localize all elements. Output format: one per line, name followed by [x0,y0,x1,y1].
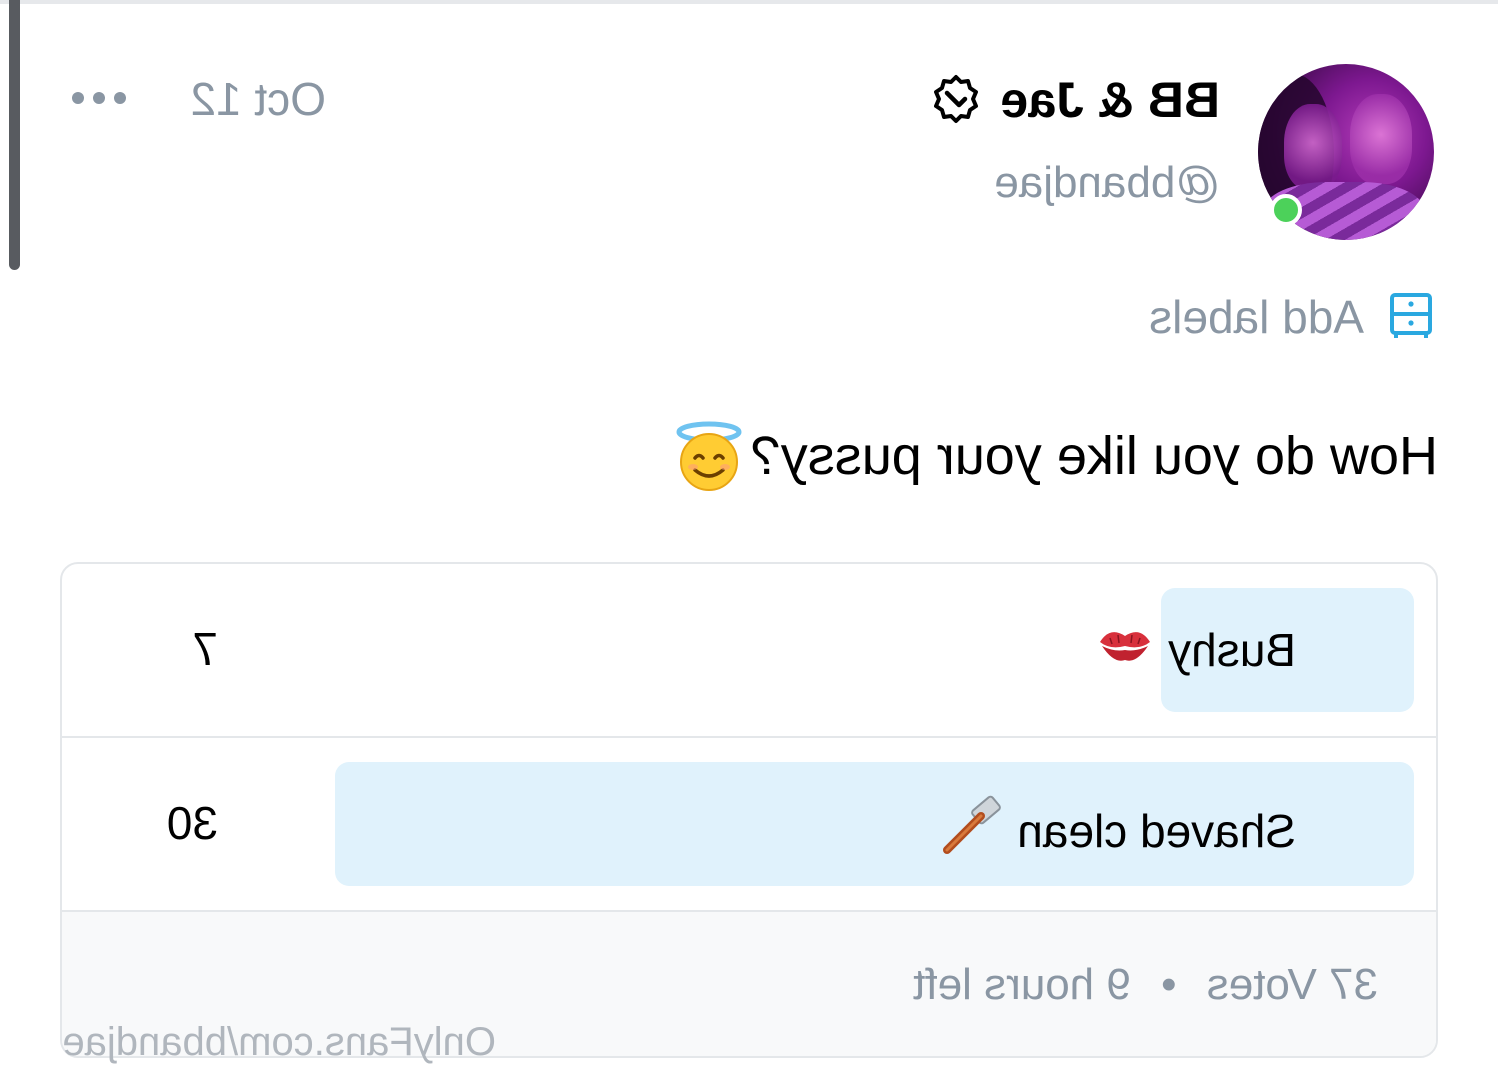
razor-icon [941,794,1003,867]
more-options-icon[interactable] [72,92,126,104]
author-display-name[interactable]: BB & Jae [1000,71,1220,129]
poll-option-text: Shaved clean [1017,804,1296,857]
verified-badge-icon [930,74,982,126]
add-labels-button[interactable]: Add labels [1149,290,1434,344]
poll-votes-total: 37 Votes [1206,960,1378,1009]
poll-option-label: Shaved clean [941,794,1296,867]
post-card: BB & Jae @bbandjae Oct 12 Add labels How… [0,0,1498,1079]
poll-option-label: Bushy [1096,620,1296,679]
smiling-face-with-halo-icon [673,420,745,492]
poll-option-shaved-clean[interactable]: Shaved clean 30 [62,738,1436,912]
author-name-row[interactable]: BB & Jae [930,70,1220,130]
kiss-mark-icon [1096,620,1154,679]
poll: Bushy 7 Shaved clean 30 37 Votes • 9 hou… [60,562,1438,1058]
poll-separator: • [1161,960,1177,1009]
post-date[interactable]: Oct 12 [190,72,326,126]
poll-summary: 37 Votes • 9 hours left [913,960,1378,1010]
post-text-content: How do you like your pussy? [750,426,1438,486]
online-status-dot [1270,194,1302,226]
poll-option-count: 7 [192,623,218,675]
poll-option-count: 30 [166,797,218,849]
top-divider [0,0,1498,4]
watermark: OnlyFans.com/bbandjae [62,1020,496,1064]
labels-drawer-icon [1388,291,1434,344]
post-text: How do you like your pussy? [673,420,1438,492]
poll-option-text: Bushy [1168,623,1296,676]
poll-time-left: 9 hours left [913,960,1131,1009]
add-labels-label: Add labels [1149,291,1364,343]
scrollbar[interactable] [9,0,20,270]
author-handle[interactable]: @bbandjae [994,158,1220,208]
poll-option-bushy[interactable]: Bushy 7 [62,564,1436,738]
